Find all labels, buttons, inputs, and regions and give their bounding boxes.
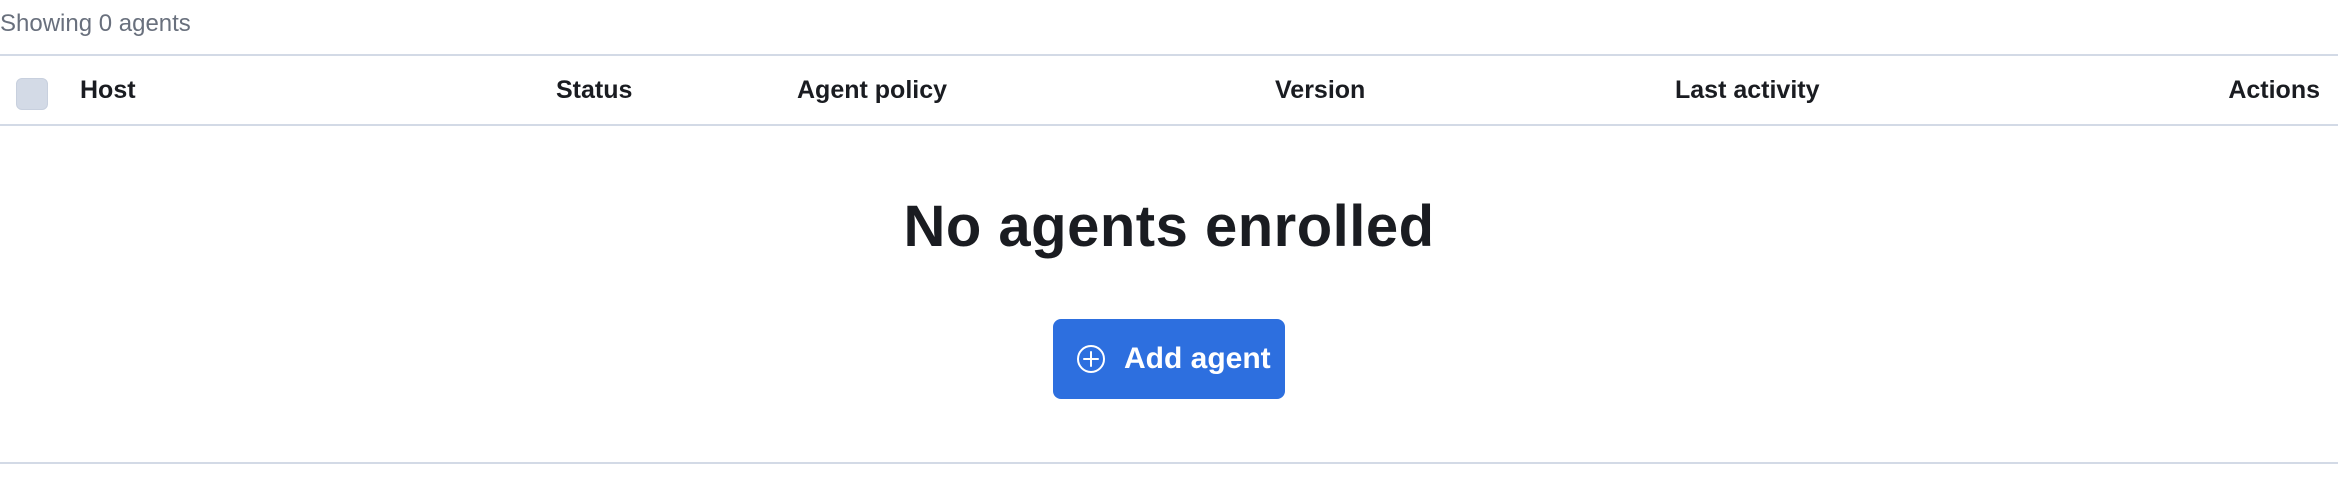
agent-count-summary: Showing 0 agents xyxy=(0,10,191,37)
agents-table-header: Host Status Agent policy Version Last ac… xyxy=(0,54,2338,126)
column-header-actions: Actions xyxy=(2228,76,2320,104)
add-agent-button[interactable]: Add agent xyxy=(1053,319,1285,399)
plus-circle-icon xyxy=(1077,345,1105,373)
empty-state-title: No agents enrolled xyxy=(903,194,1435,259)
add-agent-label: Add agent xyxy=(1124,342,1271,375)
column-header-agent-policy[interactable]: Agent policy xyxy=(797,56,947,124)
column-header-host[interactable]: Host xyxy=(80,56,136,124)
empty-state: No agents enrolled Add agent xyxy=(0,126,2338,464)
column-header-status[interactable]: Status xyxy=(556,56,632,124)
column-header-last-activity[interactable]: Last activity xyxy=(1675,56,1820,124)
select-all-checkbox[interactable] xyxy=(16,78,48,110)
column-header-version[interactable]: Version xyxy=(1275,56,1365,124)
